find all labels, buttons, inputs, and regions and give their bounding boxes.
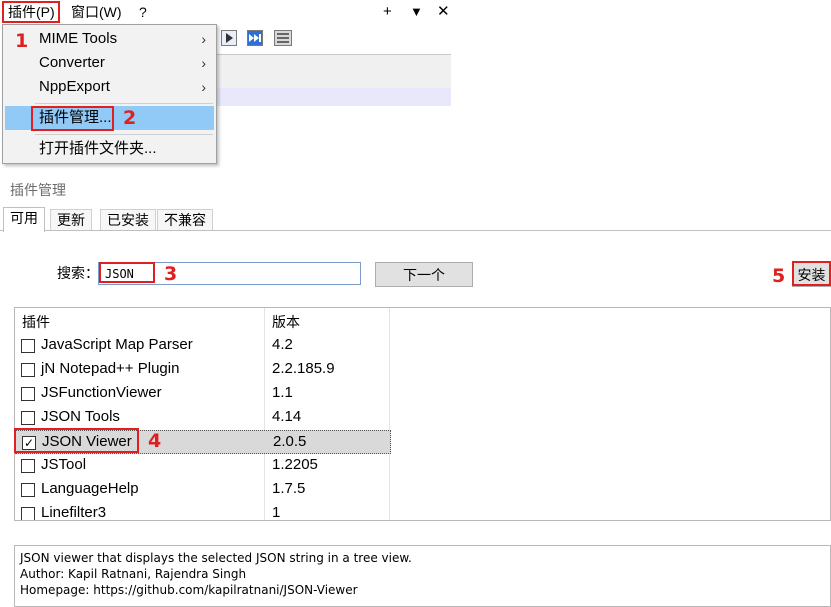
chevron-right-icon: ›: [201, 55, 206, 71]
annotation-step-2: 2: [123, 107, 137, 129]
plugin-version: 1.1: [272, 384, 293, 401]
plugin-name: JSON Viewer: [42, 433, 132, 450]
menubar: 插件(P) 窗口(W) ? + ▼ ✕: [0, 0, 455, 24]
plugin-name: Linefilter3: [41, 504, 107, 521]
menu-separator: [35, 103, 213, 104]
add-icon[interactable]: +: [383, 2, 392, 22]
annotation-step-4: 4: [148, 430, 162, 452]
plugin-name: JavaScript Map Parser: [41, 336, 193, 353]
column-header-version[interactable]: 版本: [272, 312, 300, 332]
checkbox[interactable]: [21, 483, 35, 497]
checkbox[interactable]: [21, 459, 35, 473]
plugin-version: 4.14: [272, 408, 302, 425]
table-row[interactable]: jN Notepad++ Plugin 2.2.185.9: [15, 358, 391, 382]
tab-incompatible[interactable]: 不兼容: [157, 209, 213, 231]
menu-item-mime-tools[interactable]: MIME Tools ›: [5, 27, 214, 51]
checkbox[interactable]: [21, 363, 35, 377]
menu-item-open-plugins-folder[interactable]: 打开插件文件夹...: [5, 137, 214, 161]
description-author: Author: Kapil Ratnani, Rajendra Singh: [20, 567, 247, 581]
column-header-plugin[interactable]: 插件: [22, 312, 50, 332]
plugin-version: 4.2: [272, 336, 293, 353]
table-row[interactable]: Linefilter3 1: [15, 502, 391, 521]
plugin-version: 1.2205: [272, 456, 318, 473]
menu-plugins[interactable]: 插件(P): [8, 3, 55, 21]
play-macro-icon[interactable]: [221, 30, 237, 46]
plugin-name: JSTool: [41, 456, 87, 473]
run-multiple-macro-icon[interactable]: [247, 30, 263, 46]
plugin-list: 插件 版本 JavaScript Map Parser 4.2 jN Notep…: [14, 307, 831, 521]
plugin-description: JSON viewer that displays the selected J…: [14, 545, 831, 607]
document-tab-strip: [216, 54, 451, 88]
checkbox-checked[interactable]: ✓: [22, 436, 36, 450]
plugin-name: jN Notepad++ Plugin: [41, 360, 180, 377]
table-row-selected[interactable]: ✓ JSON Viewer 2.0.5: [15, 430, 391, 454]
menu-separator: [35, 134, 213, 135]
menu-window[interactable]: 窗口(W): [71, 3, 122, 21]
checkbox[interactable]: [21, 387, 35, 401]
save-macro-icon[interactable]: [274, 30, 292, 46]
menu-help[interactable]: ?: [139, 3, 147, 21]
chevron-right-icon: ›: [201, 79, 206, 95]
chevron-down-icon[interactable]: ▼: [410, 2, 423, 22]
toolbar: [216, 24, 451, 54]
annotation-step-1: 1: [15, 30, 29, 52]
tab-updates[interactable]: 更新: [50, 209, 92, 231]
annotation-step-5: 5: [772, 265, 786, 287]
dialog-title: 插件管理: [10, 182, 66, 198]
chevron-right-icon: ›: [201, 31, 206, 47]
plugin-name: LanguageHelp: [41, 480, 139, 497]
menu-item-plugins-admin[interactable]: 插件管理...: [5, 106, 214, 130]
install-button[interactable]: 安装: [792, 262, 831, 287]
search-label: 搜索：: [57, 265, 99, 281]
plugins-dropdown-menu: MIME Tools › Converter › NppExport › 插件管…: [2, 24, 217, 164]
checkbox[interactable]: [21, 411, 35, 425]
plugin-name: JSON Tools: [41, 408, 120, 425]
table-row[interactable]: JavaScript Map Parser 4.2: [15, 334, 391, 358]
table-row[interactable]: JSON Tools 4.14: [15, 406, 391, 430]
description-line: JSON viewer that displays the selected J…: [20, 551, 412, 565]
search-input[interactable]: [98, 262, 361, 285]
editor-current-line: [216, 88, 451, 106]
checkbox[interactable]: [21, 507, 35, 520]
plugin-version: 1.7.5: [272, 480, 306, 497]
plugin-name: JSFunctionViewer: [41, 384, 162, 401]
plugin-version: 1: [272, 504, 281, 521]
annotation-step-3: 3: [164, 263, 178, 285]
table-row[interactable]: JSFunctionViewer 1.1: [15, 382, 391, 406]
plugin-manager-tabs: 可用 更新 已安装 不兼容: [0, 207, 831, 232]
close-icon[interactable]: ✕: [437, 2, 450, 22]
tab-available[interactable]: 可用: [3, 207, 45, 232]
table-row[interactable]: LanguageHelp 1.7.5: [15, 478, 391, 502]
menu-item-converter[interactable]: Converter ›: [5, 51, 214, 75]
menu-item-nppexport[interactable]: NppExport ›: [5, 75, 214, 99]
tab-installed[interactable]: 已安装: [100, 209, 156, 231]
plugin-version: 2.0.5: [273, 433, 307, 450]
next-button[interactable]: 下一个: [375, 262, 473, 287]
plugin-version: 2.2.185.9: [272, 360, 335, 377]
checkbox[interactable]: [21, 339, 35, 353]
description-homepage: Homepage: https://github.com/kapilratnan…: [20, 583, 358, 597]
table-row[interactable]: JSTool 1.2205: [15, 454, 391, 478]
